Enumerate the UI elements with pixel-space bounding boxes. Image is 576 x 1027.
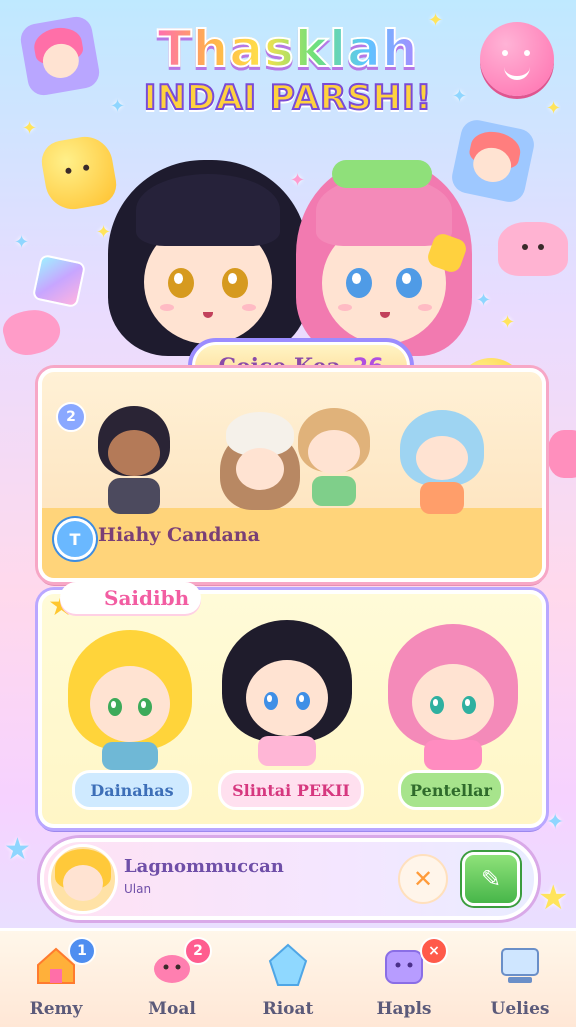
sparkle-icon: ✦ xyxy=(476,290,492,311)
party-member-cat[interactable] xyxy=(294,400,374,510)
sparkle-icon: ✦ xyxy=(500,312,516,333)
avatar xyxy=(48,844,118,914)
sparkle-icon: ✦ xyxy=(546,810,565,835)
select-character-dark[interactable] xyxy=(222,620,352,770)
close-icon: ✕ xyxy=(412,865,434,893)
nav-item-rioat[interactable]: Rioat xyxy=(238,937,338,1027)
star-icon: ★ xyxy=(4,832,31,867)
message-bar[interactable]: Lagnommuccan Ulan ✕ ✎ xyxy=(40,838,538,920)
sparkle-icon: ✦ xyxy=(14,232,30,253)
select-character-pink[interactable] xyxy=(388,624,518,774)
nav-item-remy[interactable]: 1 Remy xyxy=(6,937,106,1027)
dismiss-button[interactable]: ✕ xyxy=(398,854,448,904)
terminal-icon xyxy=(501,948,539,983)
game-subtitle: INDAI PARSHI! xyxy=(143,77,433,119)
nav-badge: 1 xyxy=(68,937,96,965)
nav-label: Remy xyxy=(29,999,83,1019)
hero-pink-hair-girl[interactable] xyxy=(296,160,476,356)
party-label: Hiahy Candana xyxy=(98,524,260,546)
rainbow-gem-icon xyxy=(31,253,87,309)
nav-item-moal[interactable]: 2 Moal xyxy=(122,937,222,1027)
hero-dark-hair-girl[interactable] xyxy=(108,160,308,360)
message-subtitle: Ulan xyxy=(124,882,152,896)
nav-label: Moal xyxy=(148,999,196,1019)
party-type-icon: T xyxy=(54,518,96,560)
character-select-panel: ★ Saidibh Dainahas Slintai PEKII Pentell… xyxy=(38,582,546,828)
party-member-hat[interactable] xyxy=(220,412,300,522)
party-member-dark[interactable] xyxy=(94,406,174,516)
character-name-tag[interactable]: Slintai PEKII xyxy=(218,770,364,810)
nav-item-uelies[interactable]: Uelies xyxy=(470,937,570,1027)
nav-badge: × xyxy=(420,937,448,965)
select-title: Saidibh xyxy=(60,582,202,614)
nav-label: Hapls xyxy=(376,999,432,1019)
nav-item-hapls[interactable]: × Hapls xyxy=(354,937,454,1027)
party-member-blue[interactable] xyxy=(400,410,484,520)
star-icon: ★ xyxy=(538,878,569,918)
sparkle-icon: ✦ xyxy=(22,118,38,139)
pink-fish-mascot xyxy=(0,303,65,361)
crystal-icon xyxy=(268,943,308,986)
nav-label: Uelies xyxy=(490,999,550,1019)
bottom-nav: 1 Remy 2 Moal Rioat × Hapls Uelies xyxy=(0,928,576,1027)
pink-blob-mascot xyxy=(548,430,576,478)
message-title: Lagnommuccan xyxy=(124,856,284,877)
nav-label: Rioat xyxy=(262,999,314,1019)
title-logo: Thasklah INDAI PARSHI! xyxy=(0,19,576,119)
pink-cloud-mascot xyxy=(498,222,568,276)
party-count-badge: 2 xyxy=(56,402,86,432)
game-title: Thasklah xyxy=(157,19,419,79)
character-name-tag[interactable]: Dainahas xyxy=(72,770,192,810)
party-panel: 2 T Hiahy Candana xyxy=(38,368,546,582)
character-name-tag[interactable]: Pentellar xyxy=(398,770,504,810)
open-button[interactable]: ✎ xyxy=(462,852,520,906)
nav-badge: 2 xyxy=(184,937,212,965)
select-character-blonde[interactable] xyxy=(68,630,192,770)
pencil-icon: ✎ xyxy=(480,865,502,893)
